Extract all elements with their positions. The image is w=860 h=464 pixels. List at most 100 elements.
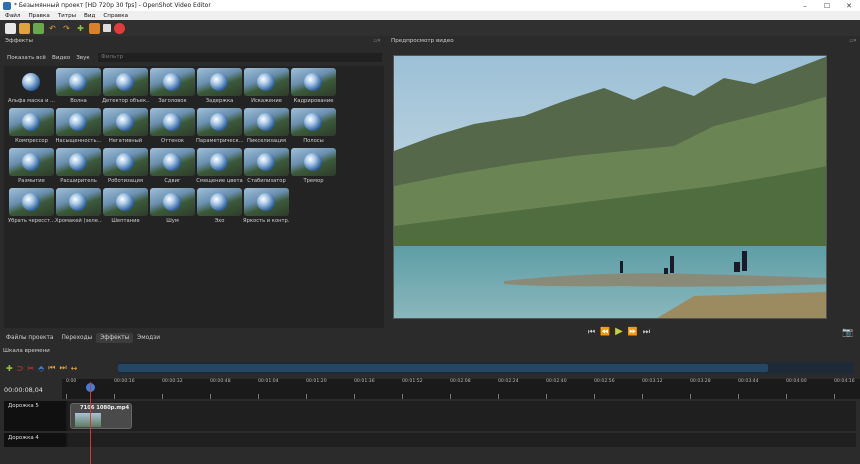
track-header[interactable]: Дорожка 4 bbox=[4, 433, 66, 447]
tab-project-files[interactable]: Файлы проекта bbox=[2, 333, 57, 343]
effect-orb-icon bbox=[116, 73, 134, 91]
camera-icon[interactable]: 📷 bbox=[842, 328, 853, 338]
effect-thumbnail bbox=[244, 148, 289, 176]
timeline-ruler[interactable]: 0:00 00:00:16 00:00:32 00:00:48 00:01:04 00:0… bbox=[62, 379, 860, 399]
effect-orb-icon bbox=[210, 73, 228, 91]
effects-filter-input[interactable]: Фильтр bbox=[98, 53, 382, 62]
ruler-tick-label: 00:01:52 bbox=[402, 379, 423, 384]
effect-item[interactable]: Заголовок bbox=[149, 68, 196, 108]
playhead-line[interactable] bbox=[90, 382, 91, 464]
effect-item[interactable]: Шептание bbox=[102, 188, 149, 228]
effect-item[interactable]: Детектор объек... bbox=[102, 68, 149, 108]
timeline-zoom-scrollbar[interactable] bbox=[118, 362, 854, 374]
effect-item[interactable]: Яркость и контр... bbox=[243, 188, 290, 228]
snapping-magnet-icon[interactable]: ⊃ bbox=[17, 364, 24, 373]
choose-profile-icon[interactable] bbox=[89, 22, 100, 34]
razor-cut-icon[interactable]: ✂ bbox=[27, 364, 34, 373]
effect-item[interactable]: Расширитель bbox=[55, 148, 102, 188]
fast-forward-button[interactable]: ⏩ bbox=[628, 327, 638, 336]
undo-icon[interactable]: ↶ bbox=[47, 23, 58, 34]
fullscreen-icon[interactable] bbox=[103, 24, 111, 32]
menu-titles[interactable]: Титры bbox=[58, 13, 76, 19]
effect-thumbnail bbox=[56, 148, 101, 176]
redo-icon[interactable]: ↷ bbox=[61, 23, 72, 34]
ruler-tick-mark bbox=[690, 394, 691, 399]
new-project-icon[interactable] bbox=[5, 22, 16, 34]
effect-item[interactable]: Хромакей (зеле... bbox=[55, 188, 102, 228]
rewind-button[interactable]: ⏪ bbox=[600, 327, 610, 336]
track-lane[interactable] bbox=[68, 433, 856, 447]
add-track-icon[interactable]: ✚ bbox=[6, 364, 13, 373]
effect-thumbnail bbox=[150, 148, 195, 176]
panel-float-close-icon[interactable]: ▫✕ bbox=[373, 38, 381, 44]
effect-thumbnail bbox=[150, 108, 195, 136]
jump-end-button[interactable]: ⏭ bbox=[643, 327, 650, 337]
ruler-tick-label: 00:00:16 bbox=[114, 379, 135, 384]
window-titlebar: * Безымянный проект [HD 720p 30 fps] - O… bbox=[0, 0, 860, 11]
tab-effects[interactable]: Эффекты bbox=[96, 333, 134, 343]
previous-marker-icon[interactable]: ⏮ bbox=[48, 363, 55, 373]
effect-item[interactable]: Кадрирование bbox=[290, 68, 337, 108]
effect-item[interactable]: Волна bbox=[55, 68, 102, 108]
track-name: Дорожка 5 bbox=[8, 403, 39, 409]
effect-item[interactable]: Эхо bbox=[196, 188, 243, 228]
effect-item[interactable]: Пикселизация bbox=[243, 108, 290, 148]
effect-item[interactable]: Негативный bbox=[102, 108, 149, 148]
tab-audio[interactable]: Звук bbox=[73, 55, 93, 61]
maximize-button[interactable]: ☐ bbox=[816, 2, 838, 10]
play-button[interactable]: ▶ bbox=[615, 326, 623, 337]
center-playhead-icon[interactable]: ↔ bbox=[71, 364, 78, 373]
effect-item[interactable]: Оттенок bbox=[149, 108, 196, 148]
effect-item[interactable]: Тремор bbox=[290, 148, 337, 188]
effect-item[interactable]: Компрессор bbox=[8, 108, 55, 148]
video-frame[interactable] bbox=[393, 55, 827, 319]
effect-thumbnail bbox=[291, 68, 336, 96]
effect-item[interactable]: Насыщенность... bbox=[55, 108, 102, 148]
effect-label: Детектор объек... bbox=[102, 98, 149, 104]
menu-view[interactable]: Вид bbox=[84, 13, 95, 19]
main-toolbar: ↶ ↷ ✚ bbox=[0, 20, 860, 36]
playback-controls: ⏮ ⏪ ▶ ⏩ ⏭ bbox=[588, 326, 650, 337]
minimize-button[interactable]: – bbox=[794, 2, 816, 10]
next-marker-icon[interactable]: ⏭ bbox=[59, 363, 66, 373]
close-button[interactable]: ✕ bbox=[838, 2, 860, 10]
effect-label: Кадрирование bbox=[293, 98, 334, 104]
openshot-logo-icon bbox=[3, 1, 11, 10]
tab-show-all[interactable]: Показать всё bbox=[4, 55, 49, 61]
timeline-panel: Шкала времени ✚ ⊃ ✂ ⬘ ⏮ ⏭ ↔ 00:00:08,04 … bbox=[0, 346, 860, 464]
menu-help[interactable]: Справка bbox=[103, 13, 128, 19]
tab-emoji[interactable]: Эмодзи bbox=[133, 333, 164, 343]
effect-item[interactable]: Роботизация bbox=[102, 148, 149, 188]
effect-item[interactable]: Полосы bbox=[290, 108, 337, 148]
open-project-icon[interactable] bbox=[19, 22, 30, 34]
effect-item[interactable]: Шум bbox=[149, 188, 196, 228]
save-project-icon[interactable] bbox=[33, 22, 44, 34]
export-video-icon[interactable] bbox=[114, 22, 125, 34]
track-lane[interactable]: 7106 1080p.mp4 bbox=[68, 401, 856, 431]
effect-item[interactable]: Стабилизатор bbox=[243, 148, 290, 188]
effect-item[interactable]: Параметрическ... bbox=[196, 108, 243, 148]
import-files-icon[interactable]: ✚ bbox=[75, 23, 86, 34]
effect-item[interactable]: Искажение bbox=[243, 68, 290, 108]
effect-item[interactable]: Размытие bbox=[8, 148, 55, 188]
effect-thumbnail bbox=[291, 148, 336, 176]
timeline-clip[interactable]: 7106 1080p.mp4 bbox=[70, 403, 132, 429]
effect-item[interactable]: Убрать чересст... bbox=[8, 188, 55, 228]
menu-edit[interactable]: Правка bbox=[28, 13, 49, 19]
menu-file[interactable]: Файл bbox=[5, 13, 20, 19]
ruler-tick-label: 00:04:00 bbox=[786, 379, 807, 384]
jump-start-button[interactable]: ⏮ bbox=[588, 327, 595, 337]
tab-transitions[interactable]: Переходы bbox=[57, 333, 96, 343]
effect-orb-icon bbox=[69, 113, 87, 131]
effect-label: Негативный bbox=[108, 138, 143, 144]
timeline-zoom-selection[interactable] bbox=[118, 364, 768, 372]
effect-item[interactable]: Сдвиг bbox=[149, 148, 196, 188]
effect-label: Смещение цвета bbox=[196, 178, 243, 184]
effect-item[interactable]: Альфа маска и ... bbox=[8, 68, 55, 108]
track-header[interactable]: Дорожка 5 bbox=[4, 401, 66, 431]
add-marker-icon[interactable]: ⬘ bbox=[38, 364, 44, 373]
effect-item[interactable]: Задержка bbox=[196, 68, 243, 108]
panel-float-close-icon[interactable]: ▫✕ bbox=[849, 38, 857, 44]
effect-item[interactable]: Смещение цвета bbox=[196, 148, 243, 188]
tab-video[interactable]: Видео bbox=[49, 55, 73, 61]
